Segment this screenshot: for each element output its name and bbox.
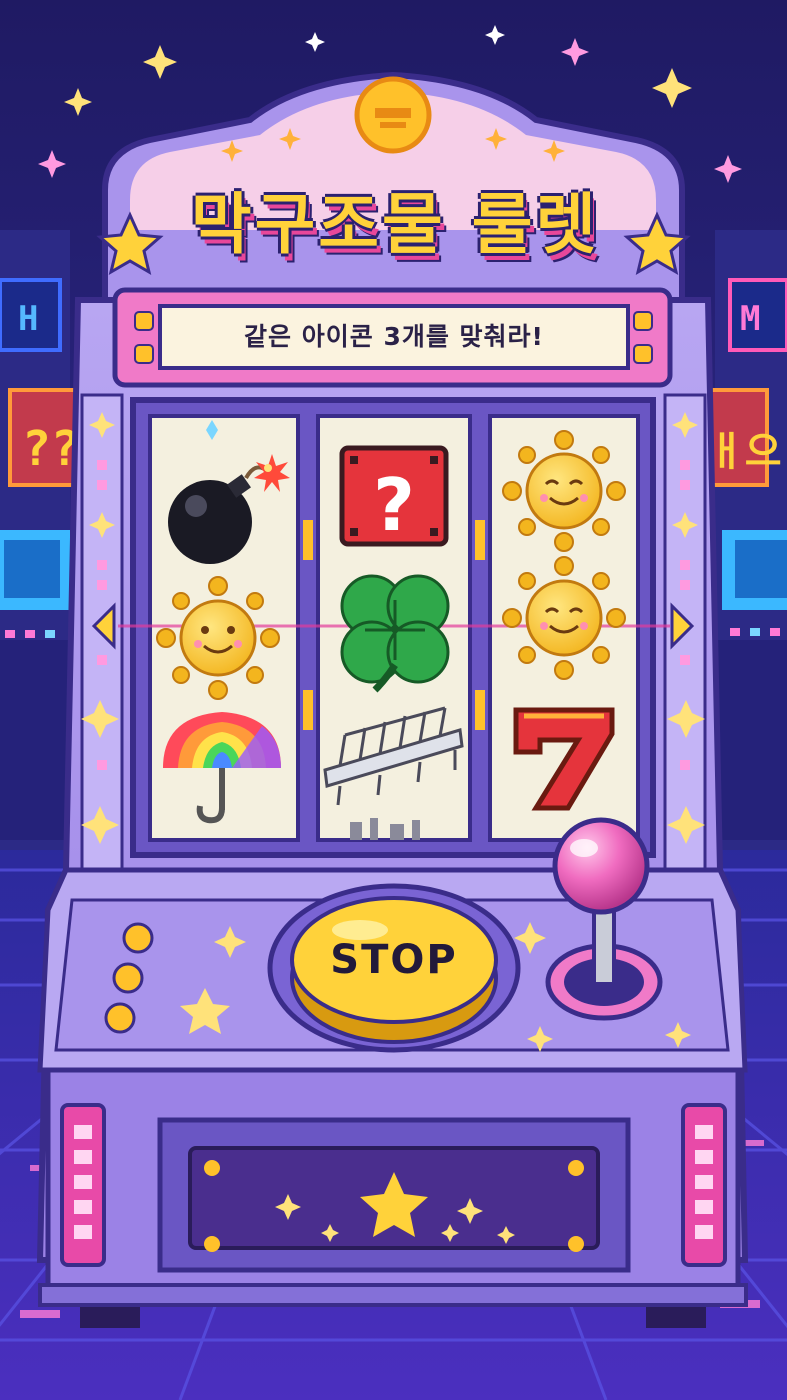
svg-text:?: ? [373,463,415,547]
four-leaf-clover-icon [340,574,450,693]
lower-panel [38,1067,748,1328]
sun-icon [502,430,626,552]
svg-text:H: H [18,299,38,339]
machine-title: 막구조물 룰렛 [190,186,600,263]
svg-text:M: M [740,299,760,339]
sun-icon [156,576,280,700]
question-block-icon: ? [339,445,449,547]
machine-subtitle: 같은 아이콘 3개를 맞춰라! [244,322,544,351]
sun-icon [502,556,626,680]
right-sign-text: ㅐ으 [708,429,782,475]
stop-button-label[interactable]: STOP [296,920,492,1000]
left-sign-text: ?? [22,421,80,477]
